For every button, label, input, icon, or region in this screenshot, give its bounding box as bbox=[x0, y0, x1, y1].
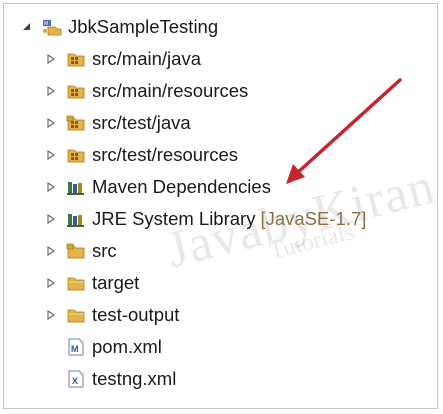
tree-item-src-test-java[interactable]: src/test/java bbox=[44, 108, 191, 138]
collapsed-triangle-icon[interactable] bbox=[44, 84, 58, 98]
tree-item-pom-xml[interactable]: M pom.xml bbox=[66, 332, 162, 362]
tree-item-label: pom.xml bbox=[92, 336, 162, 357]
tree-item-src[interactable]: src bbox=[44, 236, 117, 266]
tree-item-test-output[interactable]: test-output bbox=[44, 300, 179, 330]
tree-item-label: test-output bbox=[92, 304, 180, 325]
tree-item-target[interactable]: target bbox=[44, 268, 139, 298]
tree-item-label: JRE System Library bbox=[92, 208, 256, 229]
folder-icon bbox=[66, 274, 86, 292]
maven-file-icon: M bbox=[66, 338, 86, 356]
tree-item-label: testng.xml bbox=[92, 368, 177, 389]
tree-item-label: src/main/java bbox=[92, 48, 201, 69]
xml-file-icon: X bbox=[66, 370, 86, 388]
tree-item-label: src bbox=[92, 240, 117, 261]
collapsed-triangle-icon[interactable] bbox=[44, 212, 58, 226]
expanded-triangle-icon[interactable] bbox=[20, 20, 34, 34]
tree-item-label: src/test/resources bbox=[92, 144, 238, 165]
tree-item-label: src/test/java bbox=[92, 112, 191, 133]
file-badge-text: M bbox=[71, 344, 79, 354]
tree-item-maven-dependencies[interactable]: Maven Dependencies bbox=[44, 172, 271, 202]
jre-version-suffix: [JavaSE-1.7] bbox=[260, 208, 367, 229]
tree-item-src-main-java[interactable]: src/main/java bbox=[44, 44, 201, 74]
collapsed-triangle-icon[interactable] bbox=[44, 244, 58, 258]
tree-item-src-test-resources[interactable]: src/test/resources bbox=[44, 140, 238, 170]
tree-item-label: src/main/resources bbox=[92, 80, 249, 101]
tree-item-src-main-resources[interactable]: src/main/resources bbox=[44, 76, 248, 106]
library-icon bbox=[66, 210, 86, 228]
package-folder-icon bbox=[66, 50, 86, 68]
package-explorer: M JbkSampleTesting src/main/java src/mai… bbox=[3, 3, 441, 409]
project-label: JbkSampleTesting bbox=[68, 16, 219, 37]
collapsed-triangle-icon[interactable] bbox=[44, 116, 58, 130]
collapsed-triangle-icon[interactable] bbox=[44, 308, 58, 322]
collapsed-triangle-icon[interactable] bbox=[44, 276, 58, 290]
library-icon bbox=[66, 178, 86, 196]
package-folder-icon bbox=[66, 146, 86, 164]
package-folder-test-icon bbox=[66, 114, 86, 132]
package-folder-icon bbox=[66, 82, 86, 100]
tree-project-row[interactable]: M JbkSampleTesting bbox=[20, 12, 218, 42]
tree-item-label: target bbox=[92, 272, 140, 293]
svg-text:M: M bbox=[44, 21, 48, 27]
folder-icon bbox=[66, 306, 86, 324]
tree-item-testng-xml[interactable]: X testng.xml bbox=[66, 364, 176, 394]
file-badge-text: X bbox=[72, 376, 78, 386]
collapsed-triangle-icon[interactable] bbox=[44, 180, 58, 194]
folder-source-icon bbox=[66, 242, 86, 260]
collapsed-triangle-icon[interactable] bbox=[44, 148, 58, 162]
maven-project-icon: M bbox=[42, 18, 62, 36]
tree-item-jre-system-library[interactable]: JRE System Library [JavaSE-1.7] bbox=[44, 204, 366, 234]
tree-item-label: Maven Dependencies bbox=[92, 176, 271, 197]
collapsed-triangle-icon[interactable] bbox=[44, 52, 58, 66]
